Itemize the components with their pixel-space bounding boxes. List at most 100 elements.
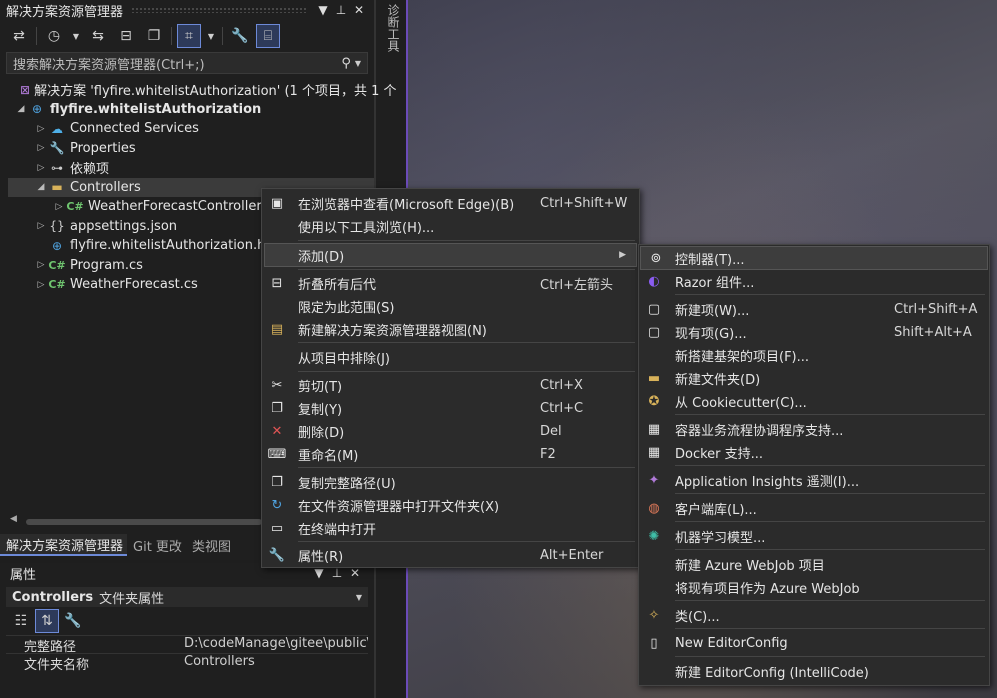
- menu-item-new-folder[interactable]: ▬ 新建文件夹(D): [639, 367, 989, 389]
- csharp-file-icon: C#: [48, 258, 66, 272]
- solution-explorer-titlebar: 解决方案资源管理器 ▼ ⊥ ✕: [0, 0, 374, 20]
- menu-item-controller[interactable]: ⊚ 控制器(T)...: [640, 246, 988, 270]
- menu-separator: [675, 465, 985, 466]
- tab-class-view[interactable]: 类视图: [186, 534, 235, 556]
- chevron-down-icon[interactable]: ▼: [206, 25, 216, 47]
- dropdown-icon[interactable]: ▼: [314, 3, 332, 17]
- folder-icon: ▬: [51, 180, 63, 195]
- wrench-icon[interactable]: 🔧: [229, 25, 251, 47]
- menu-item-browse-with[interactable]: 使用以下工具浏览(H)...: [262, 215, 639, 237]
- chevron-down-icon[interactable]: ▼: [356, 593, 362, 602]
- menu-item-client-library[interactable]: ◍ 客户端库(L)...: [639, 497, 989, 519]
- property-value: D:\codeManage\gitee\public\fly: [184, 636, 368, 651]
- menu-item-add[interactable]: 添加(D) ▶: [264, 243, 637, 267]
- tree-item-properties[interactable]: ▷ 🔧 Properties: [0, 139, 374, 159]
- tree-item-solution[interactable]: ⊠ 解决方案 'flyfire.whitelistAuthorization' …: [0, 80, 397, 100]
- pin-icon[interactable]: ⊥: [332, 3, 350, 17]
- tree-item-label: 依赖项: [70, 162, 110, 178]
- object-type: 文件夹属性: [99, 591, 165, 607]
- collapse-all-icon[interactable]: ⊟: [115, 25, 137, 47]
- menu-item-app-insights[interactable]: ✦ Application Insights 遥测(I)...: [639, 469, 989, 491]
- menu-item-cut[interactable]: ✂ 剪切(T) Ctrl+X: [262, 374, 639, 396]
- menu-separator: [675, 600, 985, 601]
- menu-item-container-orchestrator[interactable]: ▦ 容器业务流程协调程序支持...: [639, 418, 989, 440]
- menu-item-existing-item[interactable]: ▢ 现有项(G)... Shift+Alt+A: [639, 321, 989, 343]
- menu-item-properties[interactable]: 🔧 属性(R) Alt+Enter: [262, 544, 639, 566]
- menu-item-collapse-all[interactable]: ⊟ 折叠所有后代 Ctrl+左箭头: [262, 272, 639, 294]
- switch-views-icon[interactable]: ⇄: [8, 25, 30, 47]
- collapsed-icon[interactable]: ▷: [34, 260, 48, 270]
- menu-item-open-in-explorer[interactable]: ↻ 在文件资源管理器中打开文件夹(X): [262, 494, 639, 516]
- collapsed-icon[interactable]: ▷: [34, 163, 48, 173]
- menu-item-copy[interactable]: ❐ 复制(Y) Ctrl+C: [262, 397, 639, 419]
- menu-item-new-azure-webjob[interactable]: 新建 Azure WebJob 项目: [639, 553, 989, 575]
- menu-item-copy-full-path[interactable]: ❐ 复制完整路径(U): [262, 471, 639, 493]
- tree-item-dependencies[interactable]: ▷ ⊶ 依赖项: [0, 158, 374, 178]
- search-input[interactable]: 搜索解决方案资源管理器(Ctrl+;) ⚲ ▼: [6, 52, 368, 74]
- expanded-icon[interactable]: ◢: [34, 182, 48, 192]
- menu-item-new-view[interactable]: ▤ 新建解决方案资源管理器视图(N): [262, 318, 639, 340]
- chevron-down-icon[interactable]: ▼: [71, 25, 81, 47]
- menu-item-open-in-terminal[interactable]: ▭ 在终端中打开: [262, 517, 639, 539]
- sync-icon[interactable]: ⇆: [87, 25, 109, 47]
- history-icon[interactable]: ◷: [43, 25, 65, 47]
- menu-separator: [298, 371, 635, 372]
- close-icon[interactable]: ✕: [346, 566, 364, 580]
- pin-icon[interactable]: ⊥: [328, 566, 346, 580]
- categorized-icon[interactable]: ☷: [10, 610, 32, 632]
- menu-item-scaffolded-item[interactable]: 新搭建基架的项目(F)...: [639, 344, 989, 366]
- expanded-icon[interactable]: ◢: [14, 104, 28, 114]
- menu-item-scope-to-this[interactable]: 限定为此范围(S): [262, 295, 639, 317]
- collapsed-icon[interactable]: ▷: [34, 280, 48, 290]
- preview-icon[interactable]: ⌸: [256, 24, 280, 48]
- chevron-down-icon[interactable]: ▼: [355, 59, 361, 68]
- track-active-icon[interactable]: ⌗: [177, 24, 201, 48]
- show-all-files-icon[interactable]: ❐: [143, 25, 165, 47]
- menu-item-delete[interactable]: ✕ 删除(D) Del: [262, 420, 639, 442]
- property-row[interactable]: 文件夹名称 Controllers: [6, 653, 368, 673]
- menu-separator: [298, 240, 635, 241]
- horizontal-scrollbar[interactable]: ◀: [8, 514, 262, 525]
- menu-item-cookiecutter[interactable]: ✪ 从 Cookiecutter(C)...: [639, 390, 989, 412]
- menu-item-razor-component[interactable]: ◐ Razor 组件...: [639, 270, 989, 292]
- search-icon[interactable]: ⚲: [341, 56, 351, 71]
- menu-item-rename[interactable]: ⌨ 重命名(M) F2: [262, 443, 639, 465]
- drag-grip[interactable]: [131, 7, 306, 13]
- toolbar-separator: [36, 27, 37, 45]
- menu-item-class[interactable]: ✧ 类(C)...: [639, 604, 989, 626]
- tab-git-changes[interactable]: Git 更改: [127, 534, 186, 556]
- tree-item-connected-services[interactable]: ▷ ☁ Connected Services: [0, 119, 374, 139]
- tab-solution-explorer[interactable]: 解决方案资源管理器: [0, 534, 128, 556]
- object-selector[interactable]: Controllers 文件夹属性 ▼: [6, 587, 368, 607]
- dependencies-icon: ⊶: [51, 160, 63, 175]
- menu-separator: [298, 342, 635, 343]
- collapsed-icon[interactable]: ▷: [52, 202, 66, 212]
- dropdown-icon[interactable]: ▼: [310, 566, 328, 580]
- collapsed-icon[interactable]: ▷: [34, 143, 48, 153]
- menu-separator: [675, 521, 985, 522]
- controller-icon: ⊚: [650, 250, 662, 266]
- class-icon: ✧: [648, 607, 660, 623]
- property-key: 文件夹名称: [24, 658, 90, 673]
- scroll-left-icon[interactable]: ◀: [10, 514, 17, 524]
- menu-item-exclude[interactable]: 从项目中排除(J): [262, 346, 639, 368]
- menu-item-ml-model[interactable]: ✺ 机器学习模型...: [639, 525, 989, 547]
- menu-item-existing-as-webjob[interactable]: 将现有项目作为 Azure WebJob: [639, 576, 989, 598]
- close-icon[interactable]: ✕: [350, 3, 368, 17]
- submenu-arrow-icon: ▶: [619, 250, 626, 260]
- menu-item-new-item[interactable]: ▢ 新建项(W)... Ctrl+Shift+A: [639, 298, 989, 320]
- menu-item-new-editorconfig[interactable]: ▯ New EditorConfig: [639, 632, 989, 654]
- collapsed-icon[interactable]: ▷: [34, 221, 48, 231]
- scrollbar-thumb[interactable]: [26, 519, 262, 525]
- property-pages-icon[interactable]: 🔧: [62, 610, 84, 632]
- bottom-tabs: 解决方案资源管理器 Git 更改 类视图: [0, 534, 235, 556]
- menu-item-docker[interactable]: ▦ Docker 支持...: [639, 441, 989, 463]
- property-row[interactable]: 完整路径 D:\codeManage\gitee\public\fly: [6, 635, 368, 655]
- menu-item-view-in-browser[interactable]: ▣ 在浏览器中查看(Microsoft Edge)(B) Ctrl+Shift+…: [262, 192, 639, 214]
- tree-item-label: 解决方案 'flyfire.whitelistAuthorization' (1…: [34, 84, 397, 100]
- tree-item-project[interactable]: ◢ ⊕ flyfire.whitelistAuthorization: [0, 100, 374, 120]
- alphabetical-icon[interactable]: ⇅: [35, 609, 59, 633]
- collapse-icon: ⊟: [271, 275, 283, 291]
- collapsed-icon[interactable]: ▷: [34, 124, 48, 134]
- menu-item-new-editorconfig-intellicode[interactable]: 新建 EditorConfig (IntelliCode): [639, 660, 989, 682]
